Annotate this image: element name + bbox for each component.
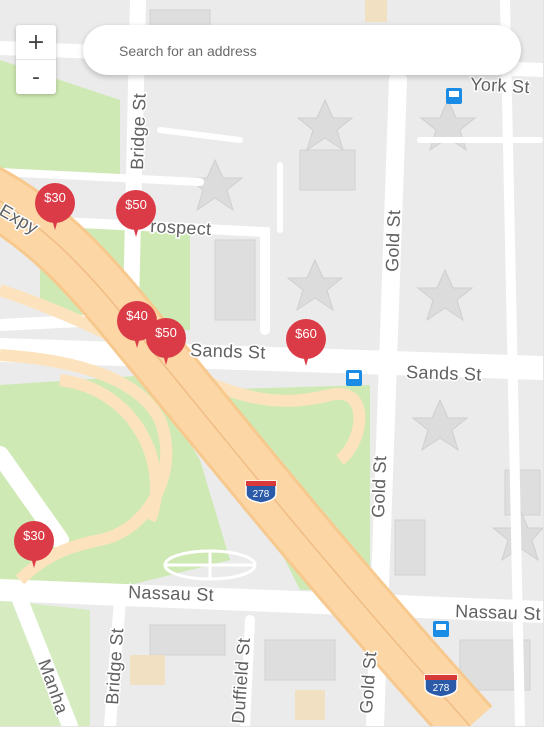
zoom-control: + - — [16, 25, 56, 94]
bus-icon — [433, 621, 449, 637]
interstate-shield-icon: 278 — [424, 674, 458, 698]
pin-price-label: $60 — [295, 326, 317, 341]
pin-price-label: $50 — [125, 197, 147, 212]
bus-icon — [446, 88, 462, 104]
svg-text:278: 278 — [253, 489, 270, 500]
street-label-bridge-south: Bridge St — [102, 627, 127, 705]
price-pin[interactable]: $50 — [116, 190, 156, 246]
pin-price-label: $50 — [155, 325, 177, 340]
interstate-shield-icon: 278 — [245, 480, 277, 504]
price-pin[interactable]: $50 — [146, 318, 186, 374]
zoom-out-button[interactable]: - — [16, 60, 56, 94]
street-label-sands-east: Sands St — [406, 362, 482, 385]
street-label-nassau-east: Nassau St — [455, 601, 541, 624]
street-label-nassau-west: Nassau St — [128, 582, 214, 605]
street-label-gold-south: Gold St — [368, 455, 390, 518]
zoom-in-button[interactable]: + — [16, 25, 56, 60]
street-label-prospect: rospect — [150, 216, 212, 239]
street-label-bridge-north: Bridge St — [127, 93, 150, 170]
pin-price-label: $30 — [44, 190, 66, 205]
price-pin[interactable]: $30 — [14, 521, 54, 577]
map-canvas[interactable]: York St Bridge St rospect Expy Gold St S… — [0, 0, 543, 726]
street-label-gold-north: Gold St — [382, 209, 404, 272]
park-walkway — [163, 549, 257, 581]
svg-text:278: 278 — [433, 683, 450, 694]
search-input[interactable] — [117, 25, 501, 77]
street-label-sands-west: Sands St — [190, 340, 266, 363]
bus-icon — [346, 370, 362, 386]
street-label-york: York St — [470, 74, 530, 97]
map[interactable]: York St Bridge St rospect Expy Gold St S… — [0, 0, 543, 726]
address-search-box[interactable] — [83, 25, 521, 77]
price-pin[interactable]: $30 — [35, 183, 75, 239]
price-pin[interactable]: $60 — [286, 319, 326, 375]
pin-price-label: $30 — [23, 528, 45, 543]
